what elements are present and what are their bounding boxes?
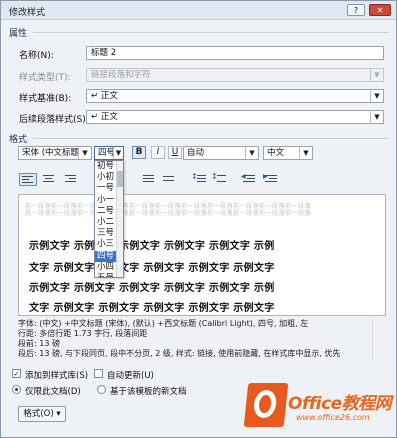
description-line: 字体: (中文) +中文标题 (宋体), (默认) +西文标题 (Calibri… xyxy=(18,319,309,328)
language-value: 中文 xyxy=(267,148,285,158)
description-line: 段后: 13 磅, 与下段同页, 段中不分页, 2 级, 样式: 链接, 使用前… xyxy=(18,349,341,358)
watermark-brand: Office教程网 xyxy=(288,394,392,414)
size-list-scrollbar[interactable] xyxy=(116,161,123,277)
italic-button[interactable]: I xyxy=(151,146,165,159)
style-type-label: 样式类型(T): xyxy=(19,73,71,83)
properties-divider xyxy=(33,32,388,33)
auto-update-checkbox[interactable] xyxy=(94,369,103,378)
next-style-select[interactable]: ↵ 正文 ▼ xyxy=(86,110,384,124)
description-line: 行距: 多倍行距 1.73 字行, 段落间距 xyxy=(18,329,148,338)
only-this-document-radio[interactable] xyxy=(12,385,21,394)
align-left-icon[interactable] xyxy=(19,173,37,186)
sample-text-line: 文字 示例文字 示例文字 示例文字 示例文字 示例文字 xyxy=(29,303,275,314)
help-button[interactable]: ? xyxy=(347,4,365,16)
style-preview: 前一段落前一段落前一段落前一段落前一段落前一段落前一段落前一段落前一段落前一段落… xyxy=(18,194,386,316)
justify-icon[interactable] xyxy=(141,173,157,184)
next-style-label: 后续段落样式(S): xyxy=(19,115,89,125)
font-value: 宋体 (中文标题) xyxy=(22,148,83,158)
only-this-document-label: 仅限此文档(D) xyxy=(25,387,81,397)
dialog-title: 修改样式 xyxy=(9,8,46,18)
sample-text-line: 示例文字 示例文字 示例文字 示例文字 示例文字 示例 xyxy=(29,241,275,252)
font-select[interactable]: 宋体 (中文标题) ▼ xyxy=(18,146,92,160)
close-button[interactable]: ✕ xyxy=(369,4,391,16)
chevron-down-icon[interactable]: ▼ xyxy=(370,90,383,102)
name-value: 标题 2 xyxy=(91,48,117,58)
office-watermark: Office教程网 www.office26.com xyxy=(243,383,396,437)
paragraph-spacing-icon[interactable]: ↕ xyxy=(211,172,227,184)
based-on-value: ↵ 正文 xyxy=(91,91,118,101)
decrease-indent-icon[interactable]: ◀ xyxy=(241,173,257,184)
chevron-down-icon[interactable]: ▼ xyxy=(370,111,383,123)
sample-text-line: 文字 示例文字 示例文字 示例文字 示例文字 示例文字 xyxy=(29,263,275,274)
increase-indent-icon[interactable]: ▶ xyxy=(263,173,279,184)
sample-text-line: 示例文字 示例文字 示例文字 示例文字 示例文字 示例 xyxy=(29,283,275,294)
font-size-dropdown[interactable]: 初号小初一号小一二号小二三号小三四号小四五号小五 xyxy=(94,160,124,278)
style-description: 字体: (中文) +中文标题 (宋体), (默认) +西文标题 (Calibri… xyxy=(18,319,384,359)
bold-button[interactable]: B xyxy=(132,146,146,159)
based-on-select[interactable]: ↵ 正文 ▼ xyxy=(86,89,384,103)
align-right-icon[interactable] xyxy=(63,173,79,184)
chevron-down-icon[interactable]: ▼ xyxy=(78,147,91,159)
line-spacing-icon[interactable]: ↕ xyxy=(191,172,207,184)
based-on-label: 样式基准(B): xyxy=(19,94,72,104)
size-select[interactable]: 四号 ▼ xyxy=(94,146,124,160)
formatting-section-label: 格式 xyxy=(9,135,28,145)
description-scrollbar[interactable] xyxy=(372,319,383,359)
language-select[interactable]: 中文 ▼ xyxy=(263,146,313,160)
chevron-down-icon: ▼ xyxy=(370,69,383,81)
style-type-select: 链接段落和字符 ▼ xyxy=(86,68,384,82)
description-line: 段前: 13 磅 xyxy=(18,339,60,348)
next-style-value: ↵ 正文 xyxy=(91,112,118,122)
format-button[interactable]: 格式(O) ▾ xyxy=(18,406,66,422)
properties-section-label: 属性 xyxy=(9,29,28,39)
align-center-icon[interactable] xyxy=(41,173,57,184)
previous-paragraph-line: 前一段落前一段落前一段落前一段落前一段落前一段落前一段落前一段落前一段落前一段落… xyxy=(25,210,312,217)
chevron-down-icon[interactable]: ▼ xyxy=(113,147,123,159)
formatting-divider xyxy=(33,138,388,139)
distribute-icon[interactable] xyxy=(161,173,177,184)
add-to-gallery-label: 添加到样式库(S) xyxy=(25,371,89,381)
new-documents-template-label: 基于该模板的新文档 xyxy=(110,387,187,397)
modify-style-dialog: 修改样式 ? ✕ 属性 名称(N): 标题 2 样式类型(T): 链接段落和字符… xyxy=(0,0,397,438)
office-logo-icon xyxy=(243,383,289,427)
auto-update-label: 自动更新(U) xyxy=(107,371,154,381)
chevron-down-icon[interactable]: ▼ xyxy=(245,147,258,159)
font-color-value: 自动 xyxy=(187,148,205,158)
font-color-select[interactable]: 自动 ▼ xyxy=(183,146,259,160)
title-bar: 修改样式 ? ✕ xyxy=(1,1,396,20)
add-to-gallery-checkbox[interactable]: ✓ xyxy=(12,369,21,378)
underline-button[interactable]: U xyxy=(168,146,182,159)
style-type-value: 链接段落和字符 xyxy=(91,70,151,80)
name-input[interactable]: 标题 2 xyxy=(86,46,384,60)
new-documents-template-radio[interactable] xyxy=(97,385,106,394)
watermark-url: www.office26.com xyxy=(296,413,370,422)
chevron-down-icon[interactable]: ▼ xyxy=(299,147,312,159)
name-label: 名称(N): xyxy=(19,51,54,61)
